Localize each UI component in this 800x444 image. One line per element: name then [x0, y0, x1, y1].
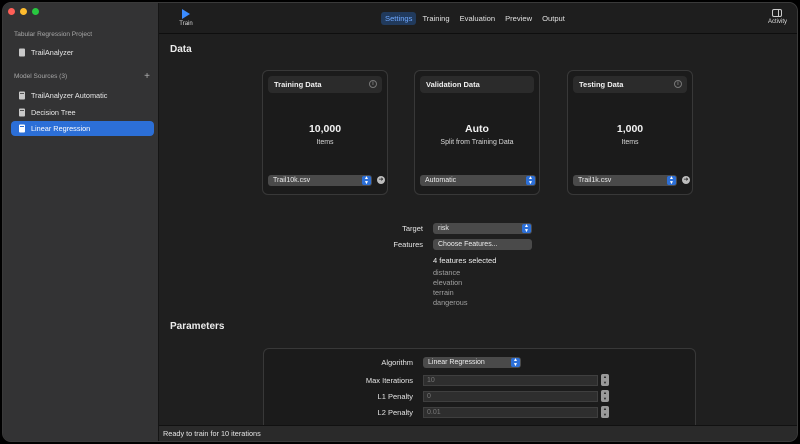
sidebar-item-label: Decision Tree	[31, 108, 76, 117]
algorithm-popup[interactable]: Linear Regression ▲ ▼	[423, 357, 521, 368]
activity-label: Activity	[767, 19, 787, 25]
list-item: elevation	[433, 278, 463, 287]
target-popup[interactable]: risk ▲ ▼	[433, 223, 532, 234]
algorithm-label: Algorithm	[381, 358, 413, 367]
sidebar-item-automatic[interactable]: TrailAnalyzer Automatic	[11, 88, 154, 103]
toolbar: Train Settings Training Evaluation Previ…	[159, 3, 797, 34]
list-item: distance	[433, 268, 461, 277]
max-iterations-field[interactable]: 10	[423, 375, 598, 386]
data-section-title: Data	[170, 44, 192, 55]
info-icon[interactable]: i	[369, 80, 377, 88]
list-item: dangerous	[433, 298, 468, 307]
close-window-button[interactable]	[8, 8, 15, 15]
tab-bar: Settings Training Evaluation Preview Out…	[381, 12, 569, 25]
popup-value: Linear Regression	[428, 359, 485, 366]
model-sources-title: Model Sources (3)	[14, 73, 68, 80]
testing-data-card: Testing Data i 1,000 Items Trail1k.csv ▲…	[567, 70, 693, 195]
sidebar-item-label: TrailAnalyzer	[31, 48, 74, 57]
popup-value: Trail10k.csv	[273, 177, 311, 184]
popup-value: Trail1k.csv	[578, 177, 612, 184]
card-title: Validation Data	[426, 80, 480, 89]
list-item: terrain	[433, 288, 454, 297]
card-header: Testing Data i	[573, 76, 687, 93]
status-bar: Ready to train for 10 iterations	[159, 425, 797, 441]
model-icon	[19, 91, 25, 100]
model-icon	[19, 108, 25, 117]
info-icon[interactable]: i	[674, 80, 682, 88]
card-title: Training Data	[274, 80, 322, 89]
item-count-caption: Items	[316, 139, 334, 146]
project-section-title: Tabular Regression Project	[14, 31, 93, 38]
validation-mode: Auto	[465, 123, 489, 135]
l2-penalty-label: L2 Penalty	[377, 408, 413, 417]
chevron-updown-icon: ▲ ▼	[362, 176, 371, 185]
tab-settings[interactable]: Settings	[381, 12, 417, 25]
item-count-caption: Items	[621, 139, 639, 146]
testing-file-popup[interactable]: Trail1k.csv ▲ ▼	[573, 175, 677, 186]
item-count: 1,000	[616, 123, 644, 135]
app-window: Tabular Regression Project TrailAnalyzer…	[2, 2, 798, 442]
reveal-arrow-icon[interactable]: ➜	[682, 176, 690, 184]
chevron-updown-icon: ▲ ▼	[526, 176, 535, 185]
tab-output[interactable]: Output	[538, 12, 569, 25]
sidebar-item-label: TrailAnalyzer Automatic	[31, 91, 108, 100]
training-data-card: Training Data i 10,000 Items Trail10k.cs…	[262, 70, 388, 195]
popup-value: risk	[438, 225, 449, 232]
max-iterations-label: Max Iterations	[365, 376, 413, 385]
choose-features-button[interactable]: Choose Features...	[433, 239, 532, 250]
tab-preview[interactable]: Preview	[501, 12, 536, 25]
l2-penalty-field[interactable]: 0.01	[423, 407, 598, 418]
add-model-source-button[interactable]: +	[144, 71, 150, 82]
l1-penalty-field[interactable]: 0	[423, 391, 598, 402]
sidebar-item-decision-tree[interactable]: Decision Tree	[11, 105, 154, 120]
sidebar-item-linear-regression[interactable]: Linear Regression	[11, 121, 154, 136]
validation-data-card: Validation Data Auto Split from Training…	[414, 70, 540, 195]
chevron-updown-icon: ▲ ▼	[511, 358, 520, 367]
sidebar: Tabular Regression Project TrailAnalyzer…	[3, 3, 159, 441]
tab-training[interactable]: Training	[418, 12, 453, 25]
popup-value: Automatic	[425, 177, 457, 184]
l1-penalty-label: L1 Penalty	[377, 392, 413, 401]
zoom-window-button[interactable]	[32, 8, 39, 15]
card-header: Validation Data	[420, 76, 534, 93]
button-label: Choose Features...	[438, 241, 498, 248]
play-icon	[182, 9, 190, 19]
tab-evaluation[interactable]: Evaluation	[456, 12, 499, 25]
max-iterations-stepper[interactable]: ▲ ▼	[601, 374, 609, 386]
feature-list: distance elevation terrain dangerous	[433, 268, 468, 308]
item-count: 10,000	[308, 123, 342, 135]
features-selected-count: 4 features selected	[433, 256, 497, 265]
target-label: Target	[402, 224, 423, 233]
parameters-section-title: Parameters	[170, 321, 225, 332]
sidebar-item-project[interactable]: TrailAnalyzer	[11, 45, 154, 60]
reveal-arrow-icon[interactable]: ➜	[377, 176, 385, 184]
settings-pane: Data Training Data i 10,000 Items Trail1…	[159, 34, 797, 438]
minimize-window-button[interactable]	[20, 8, 27, 15]
card-title: Testing Data	[579, 80, 624, 89]
chevron-updown-icon: ▲ ▼	[522, 224, 531, 233]
chevron-updown-icon: ▲ ▼	[667, 176, 676, 185]
features-label: Features	[393, 240, 423, 249]
train-label: Train	[179, 21, 193, 27]
l1-penalty-stepper[interactable]: ▲ ▼	[601, 390, 609, 402]
l2-penalty-stepper[interactable]: ▲ ▼	[601, 406, 609, 418]
validation-mode-popup[interactable]: Automatic ▲ ▼	[420, 175, 536, 186]
validation-caption: Split from Training Data	[440, 139, 514, 146]
training-file-popup[interactable]: Trail10k.csv ▲ ▼	[268, 175, 372, 186]
window-controls	[8, 8, 39, 15]
activity-button[interactable]: Activity	[768, 9, 787, 25]
sidebar-item-label: Linear Regression	[31, 124, 91, 133]
sidebar-toggle-icon	[772, 9, 783, 17]
document-icon	[19, 48, 25, 57]
card-header: Training Data i	[268, 76, 382, 93]
train-button[interactable]: Train	[176, 9, 196, 27]
model-icon	[19, 124, 25, 133]
